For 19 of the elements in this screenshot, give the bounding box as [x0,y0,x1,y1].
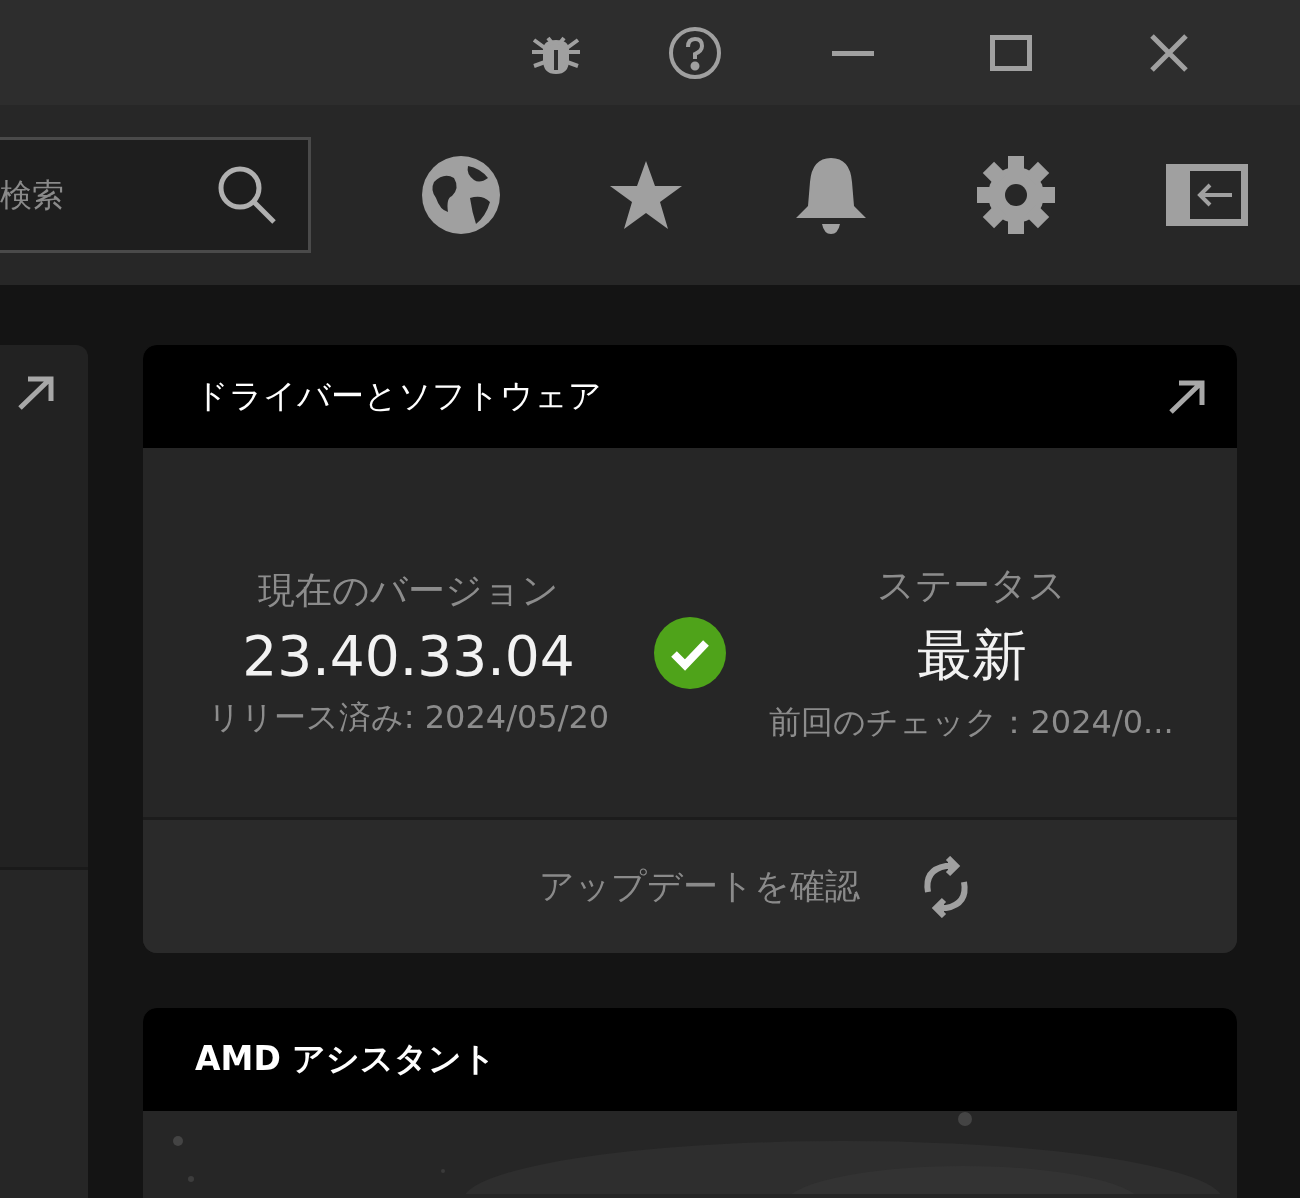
card-title: AMD アシスタント [195,1038,497,1080]
help-icon[interactable] [668,25,722,80]
info-label: ステータス [877,562,1066,609]
sidebar-toggle-icon[interactable] [1166,164,1248,226]
card-title: ドライバーとソフトウェア [195,375,602,417]
expand-icon[interactable] [1167,378,1207,415]
info-value: 23.40.33.04 [242,623,575,688]
gear-icon[interactable] [974,154,1057,236]
expand-icon[interactable] [16,375,56,411]
check-update-button[interactable]: アップデートを確認 [538,855,972,918]
info-value: 最新 [916,621,1027,689]
close-icon[interactable] [1149,32,1189,73]
globe-icon[interactable] [419,154,502,236]
release-date: リリース済み: 2024/05/20 [207,696,610,738]
search-field[interactable]: 検索 [0,137,311,253]
maximize-icon[interactable] [990,34,1032,71]
last-check: 前回のチェック：2024/0... [769,701,1174,743]
info-label: 現在のバージョン [258,567,559,614]
search-icon[interactable] [216,164,278,226]
